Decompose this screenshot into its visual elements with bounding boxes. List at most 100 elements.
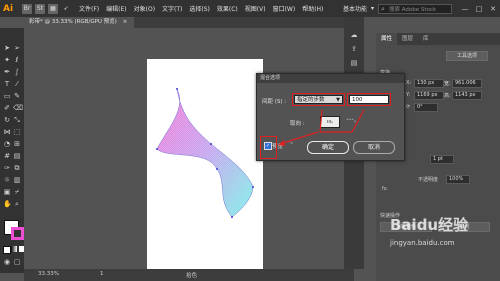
dialog-title: 混合选项 [257,74,404,83]
shape-builder-icon[interactable]: ◔ [3,140,11,148]
bridge-button[interactable]: Br [22,3,32,14]
stroke-weight-field[interactable]: 1 pt [430,155,454,164]
blend-tool-icon[interactable]: ⧉ [13,164,21,172]
selection-tool-icon[interactable]: ➤ [3,44,11,52]
direct-selection-tool-icon[interactable]: ➢ [13,44,21,52]
annotation-arrow [319,109,323,133]
x-field[interactable]: 130 px [414,79,444,88]
asset-export-icon[interactable]: ⇪ [350,45,358,53]
color-mode-icon[interactable] [3,246,11,254]
gradient-mode-icon[interactable] [11,246,17,252]
menu-help[interactable]: 帮助(H) [302,4,323,13]
screen-mode-icon[interactable]: ▢ [13,258,21,266]
angle-field[interactable]: 0° [414,103,438,112]
artboard-tool-icon[interactable]: ▣ [3,188,11,196]
opacity-field[interactable]: 100% [446,175,470,184]
maximize-button[interactable]: □ [472,5,486,13]
lasso-icon[interactable]: ℓ [13,56,21,64]
illustrator-logo: Ai [3,3,14,14]
menu-type[interactable]: 文字(T) [162,4,182,13]
rotate-icon: ⟳ [406,104,411,110]
tab-close-icon[interactable]: × [123,19,128,25]
height-field[interactable]: 1143 px [452,91,482,100]
scale-tool-icon[interactable]: ⤡ [13,116,21,124]
baidu-watermark: Baidu经验 jingyan.baidu.com [390,214,500,260]
grid-icon[interactable]: ▦ [48,3,58,14]
stock-search-input[interactable]: 搜索 Adobe Stock [378,3,452,14]
gradient-tool-icon[interactable]: ▤ [13,152,21,160]
tab-properties[interactable]: 属性 [376,33,398,45]
menu-file[interactable]: 文件(F) [79,4,99,13]
anchor-point[interactable] [176,88,178,90]
cc-libraries-icon[interactable]: ▤ [350,59,358,67]
tools-panel: ➤ ➢ ✦ ℓ ✒ ∫ T ⁄ ▭ ✎ ✐ ⌫ ↻ ⤡ ⋈ ⬚ ◔ ⊞ # ▤ … [0,28,24,273]
magic-wand-icon[interactable]: ✦ [3,56,11,64]
width-field[interactable]: 961.006 [452,79,482,88]
rotate-tool-icon[interactable]: ↻ [3,116,11,124]
y-label: Y: [406,92,411,98]
stock-button[interactable]: St [35,3,45,14]
watermark-url: jingyan.baidu.com [390,239,455,247]
shaper-tool-icon[interactable]: ✐ [3,104,11,112]
anchor-point[interactable] [156,148,158,150]
gpu-icon[interactable]: ➶ [61,4,71,14]
draw-mode-icon[interactable]: ◉ [3,258,11,266]
annotation-arrows [278,109,365,146]
libraries-icon[interactable]: ☁ [350,31,358,39]
free-transform-icon[interactable]: ⬚ [13,128,21,136]
anchor-point[interactable] [252,186,254,188]
document-tab-title: 彩带* @ 33.33% (RGB/GPU 预览) [29,19,117,25]
workspace-switcher[interactable]: 基本功能 [343,4,367,13]
chevron-down-icon[interactable]: ▾ [371,5,374,12]
watermark-brand: Baidu经验 [390,216,469,234]
column-graph-icon[interactable]: ▥ [13,176,21,184]
symbol-sprayer-icon[interactable]: ☼ [3,176,11,184]
anchor-point[interactable] [231,216,233,218]
menu-edit[interactable]: 编辑(E) [106,4,126,13]
properties-tabs: 属性 图层 库 [376,33,500,45]
menu-window[interactable]: 窗口(W) [273,4,296,13]
menu-object[interactable]: 对象(O) [134,4,155,13]
slice-tool-icon[interactable]: ⌿ [13,188,21,196]
blend-artwork[interactable] [147,59,263,273]
menu-view[interactable]: 视图(V) [245,4,266,13]
effects-icon[interactable]: fx. [382,186,388,192]
menu-bar: Ai Br St ▦ ➶ 文件(F) 编辑(E) 对象(O) 文字(T) 选择(… [0,0,500,17]
menu-select[interactable]: 选择(S) [189,4,210,13]
artboard-number[interactable]: 1 [100,271,104,277]
width-tool-icon[interactable]: ⋈ [3,128,11,136]
status-bar: 33.33% 1 拾色 [24,269,354,281]
type-tool-icon[interactable]: T [3,80,11,88]
annotation-arrowhead [278,140,285,146]
annotation-arrow [351,109,365,133]
h-label: 高: [444,93,451,99]
perspective-grid-icon[interactable]: ⊞ [13,140,21,148]
menu-effect[interactable]: 效果(C) [217,4,238,13]
hand-tool-icon[interactable]: ✋ [3,200,12,208]
opacity-label: 不透明度 [418,177,439,183]
stroke-swatch[interactable] [11,227,24,240]
zoom-level[interactable]: 33.33% [38,271,59,277]
y-field[interactable]: 1169 px [414,91,444,100]
tool-options-button[interactable]: 工具选项 [446,51,488,61]
minimize-button[interactable]: — [458,5,472,13]
curvature-tool-icon[interactable]: ∫ [13,68,21,76]
blend-steps [157,89,253,217]
eyedropper-icon[interactable]: ✑ [3,164,11,172]
x-label: X: [406,80,412,86]
mesh-tool-icon[interactable]: # [3,152,11,160]
paintbrush-icon[interactable]: ✎ [13,92,21,100]
tab-layers[interactable]: 图层 [397,33,418,45]
anchor-point[interactable] [210,143,212,145]
pen-tool-icon[interactable]: ✒ [3,68,11,76]
none-mode-icon[interactable] [19,246,24,252]
eraser-icon[interactable]: ⌫ [13,104,23,112]
line-tool-icon[interactable]: ⁄ [13,80,21,88]
status-mode[interactable]: 拾色 [186,271,197,279]
tab-libraries[interactable]: 库 [418,33,434,45]
rectangle-tool-icon[interactable]: ▭ [3,92,11,100]
document-tab[interactable]: 彩带* @ 33.33% (RGB/GPU 预览) × [24,17,134,28]
zoom-tool-icon[interactable]: ⌕ [13,200,21,208]
anchor-point[interactable] [216,168,218,170]
close-window-button[interactable]: ✕ [486,5,500,13]
